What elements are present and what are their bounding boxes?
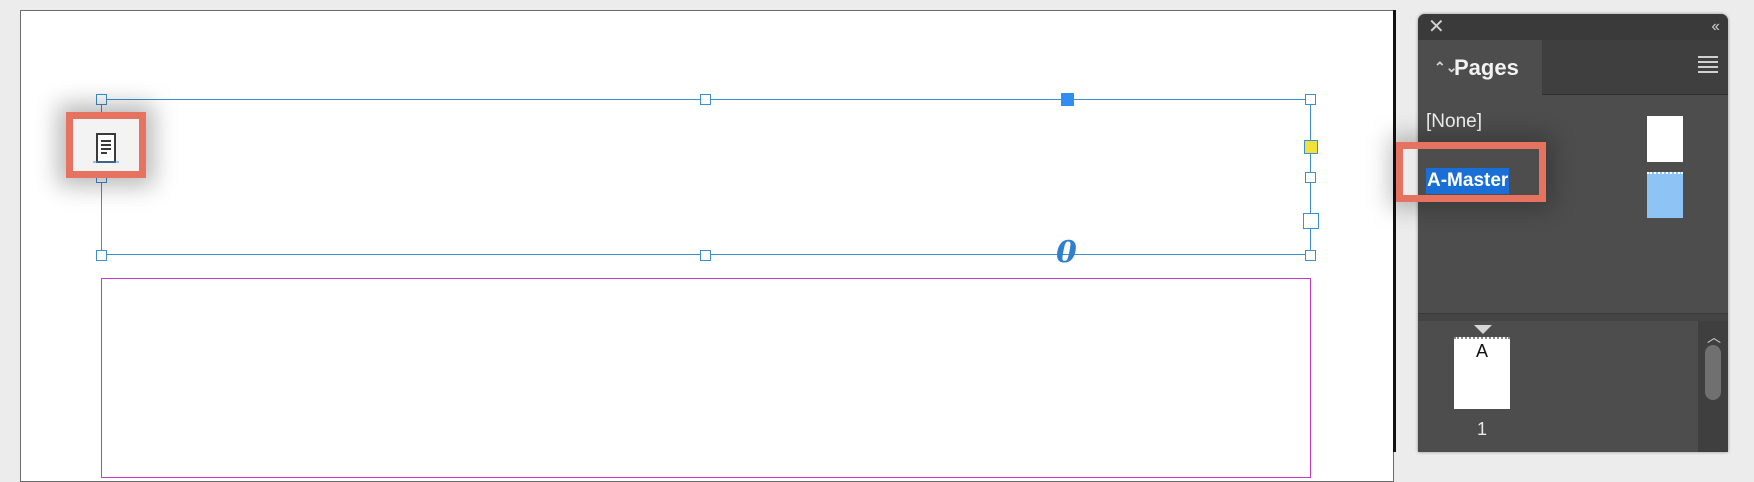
text-frame-doc-icon-highlight[interactable] [66, 112, 146, 178]
page-number-label: 1 [1476, 419, 1487, 439]
pages-panel: ✕ ‹‹ ⌃⌄ Pages [None] A-Master A 1 ︿ [1418, 14, 1728, 452]
page-master-letter: A [1475, 341, 1488, 361]
margin-guide [101, 278, 1311, 478]
a-master-highlight [1396, 142, 1546, 202]
frame-out-port-yellow[interactable] [1304, 140, 1318, 154]
frame-handle-bottom-right[interactable] [1305, 250, 1316, 261]
panel-menu-icon[interactable] [1698, 56, 1718, 73]
master-none-thumbnail[interactable] [1647, 116, 1683, 162]
text-frame[interactable] [101, 99, 1311, 255]
page-thumbnail-1[interactable]: A [1454, 337, 1510, 409]
page-edge [1393, 10, 1396, 452]
tab-pages-label: Pages [1454, 55, 1519, 80]
close-icon[interactable]: ✕ [1428, 16, 1445, 38]
pages-section: A 1 [1418, 321, 1698, 452]
collapse-panel-icon[interactable]: ‹‹ [1711, 17, 1720, 37]
masters-section: [None] A-Master [1418, 95, 1728, 313]
master-a-thumbnail[interactable] [1647, 172, 1683, 218]
scroll-up-icon[interactable]: ︿ [1707, 327, 1721, 347]
pages-scrollbar[interactable]: ︿ [1698, 321, 1728, 452]
frame-handle-top-mid[interactable] [700, 94, 711, 105]
frame-out-port[interactable] [1303, 213, 1319, 229]
tab-pages[interactable]: ⌃⌄ Pages [1418, 40, 1542, 95]
master-item-none[interactable]: [None] [1426, 111, 1482, 133]
frame-handle-right-mid[interactable] [1305, 172, 1316, 183]
frame-handle-bottom-mid[interactable] [700, 250, 711, 261]
document-text-icon [93, 133, 119, 163]
frame-handle-top-filled[interactable] [1061, 93, 1074, 106]
panel-titlebar[interactable]: ✕ ‹‹ [1418, 14, 1728, 40]
scroll-thumb[interactable] [1705, 345, 1721, 400]
frame-handle-top-right[interactable] [1305, 94, 1316, 105]
current-page-indicator-icon [1474, 325, 1492, 334]
frame-handle-top-left[interactable] [96, 94, 107, 105]
frame-handle-bottom-left[interactable] [96, 250, 107, 261]
panel-tabbar: ⌃⌄ Pages [1418, 40, 1728, 95]
overset-zero-glyph: 0 [1056, 235, 1077, 270]
